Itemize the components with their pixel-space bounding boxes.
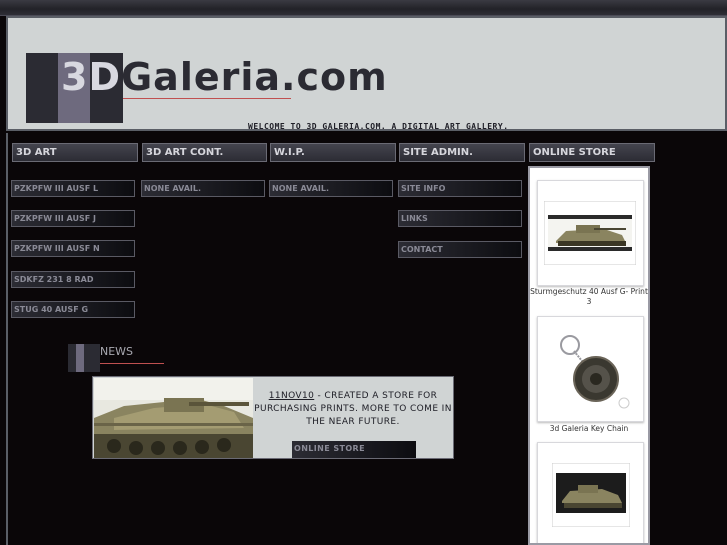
- product-card[interactable]: [537, 180, 644, 286]
- product-card[interactable]: [537, 316, 644, 422]
- nav-heading-3d-art[interactable]: 3D ART: [12, 143, 138, 162]
- logo-name: Galeria: [120, 55, 282, 99]
- nav-heading-online-store[interactable]: ONLINE STORE: [529, 143, 655, 162]
- welcome-text: WELCOME TO 3D GALERIA.COM. A DIGITAL ART…: [248, 122, 509, 131]
- nav-heading-wip[interactable]: W.I.P.: [270, 143, 396, 162]
- news-underline: [100, 363, 164, 364]
- top-bar: [0, 0, 727, 16]
- nav-item-none-avail-1: NONE AVAIL.: [141, 180, 265, 197]
- nav-heading-3d-art-cont[interactable]: 3D ART CONT.: [142, 143, 267, 162]
- nav-item-none-avail-2: NONE AVAIL.: [269, 180, 393, 197]
- product-caption[interactable]: Sturmgeschutz 40 Ausf G- Print 3: [530, 287, 648, 307]
- tank-photo-image: [94, 378, 253, 458]
- store-panel: Sturmgeschutz 40 Ausf G- Print 3 3d Gale…: [528, 166, 650, 545]
- keychain-image: [552, 331, 632, 411]
- nav-link-pzkpfw-iii-ausf-l[interactable]: PZKPFW III AUSF L: [11, 180, 135, 197]
- nav-link-sdkfz-231[interactable]: SDKFZ 231 8 RAD: [11, 271, 135, 288]
- nav-link-pzkpfw-iii-ausf-n[interactable]: PZKPFW III AUSF N: [11, 240, 135, 257]
- site-header: 3DGaleria.com WELCOME TO 3D GALERIA.COM.…: [6, 16, 727, 131]
- logo-suffix: .com: [281, 55, 388, 99]
- nav-heading-site-admin[interactable]: SITE ADMIN.: [399, 143, 525, 162]
- nav-link-pzkpfw-iii-ausf-j[interactable]: PZKPFW III AUSF J: [11, 210, 135, 227]
- tank-print-image: [543, 200, 637, 266]
- site-logo[interactable]: 3DGaleria.com: [61, 58, 388, 96]
- news-title: NEWS: [100, 345, 134, 358]
- online-store-button[interactable]: ONLINE STORE: [292, 441, 416, 458]
- news-date-link[interactable]: 11NOV10: [269, 391, 315, 401]
- product-card[interactable]: [537, 442, 644, 543]
- news-text: 11NOV10 - CREATED A STORE FOR PURCHASING…: [253, 390, 453, 429]
- nav-link-contact[interactable]: CONTACT: [398, 241, 522, 258]
- nav-link-links[interactable]: LINKS: [398, 210, 522, 227]
- logo-underline: [123, 98, 291, 99]
- tank-print-image: [551, 462, 631, 528]
- nav-link-site-info[interactable]: SITE INFO: [398, 180, 522, 197]
- news-marker: [68, 344, 100, 372]
- nav-link-stug-40[interactable]: STUG 40 AUSF G: [11, 301, 135, 318]
- product-caption[interactable]: 3d Galeria Key Chain: [530, 424, 648, 434]
- logo-prefix: 3D: [61, 55, 121, 99]
- news-item: 11NOV10 - CREATED A STORE FOR PURCHASING…: [92, 376, 454, 459]
